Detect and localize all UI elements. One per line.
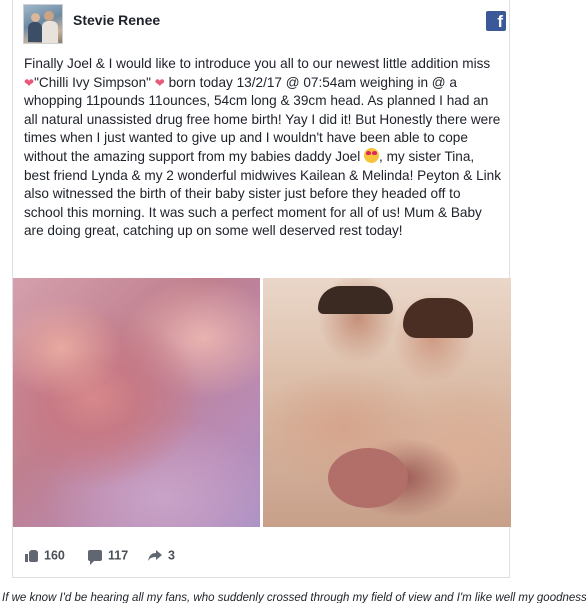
avatar[interactable]	[23, 4, 63, 44]
newborn-photo[interactable]	[13, 278, 260, 527]
like-count[interactable]: 160	[25, 548, 65, 568]
share-count[interactable]: 3	[148, 548, 175, 568]
comment-count[interactable]: 117	[88, 548, 128, 568]
like-icon	[25, 549, 38, 562]
heart-eyes-emoji-icon	[364, 147, 380, 163]
photo-grid	[13, 278, 511, 527]
facebook-icon[interactable]: f	[486, 11, 506, 31]
heart-icon: ❤	[24, 75, 35, 90]
cropped-caption-text: If we know I'd be hearing all my fans, w…	[2, 592, 586, 603]
share-icon	[148, 549, 162, 562]
post-text: Finally Joel & I would like to introduce…	[24, 55, 502, 241]
author-name[interactable]: Stevie Renee	[73, 12, 160, 28]
post-actions: 160 117 3	[25, 548, 325, 568]
family-photo[interactable]	[263, 278, 511, 527]
heart-icon: ❤	[154, 75, 165, 90]
comment-icon	[88, 550, 102, 566]
facebook-post-card: Stevie Renee f Finally Joel & I would li…	[12, 0, 511, 578]
post-text-part: Finally Joel & I would like to introduce…	[24, 56, 491, 71]
post-text-part: "Chilli Ivy Simpson"	[34, 74, 155, 90]
post-header: Stevie Renee f	[23, 4, 506, 48]
